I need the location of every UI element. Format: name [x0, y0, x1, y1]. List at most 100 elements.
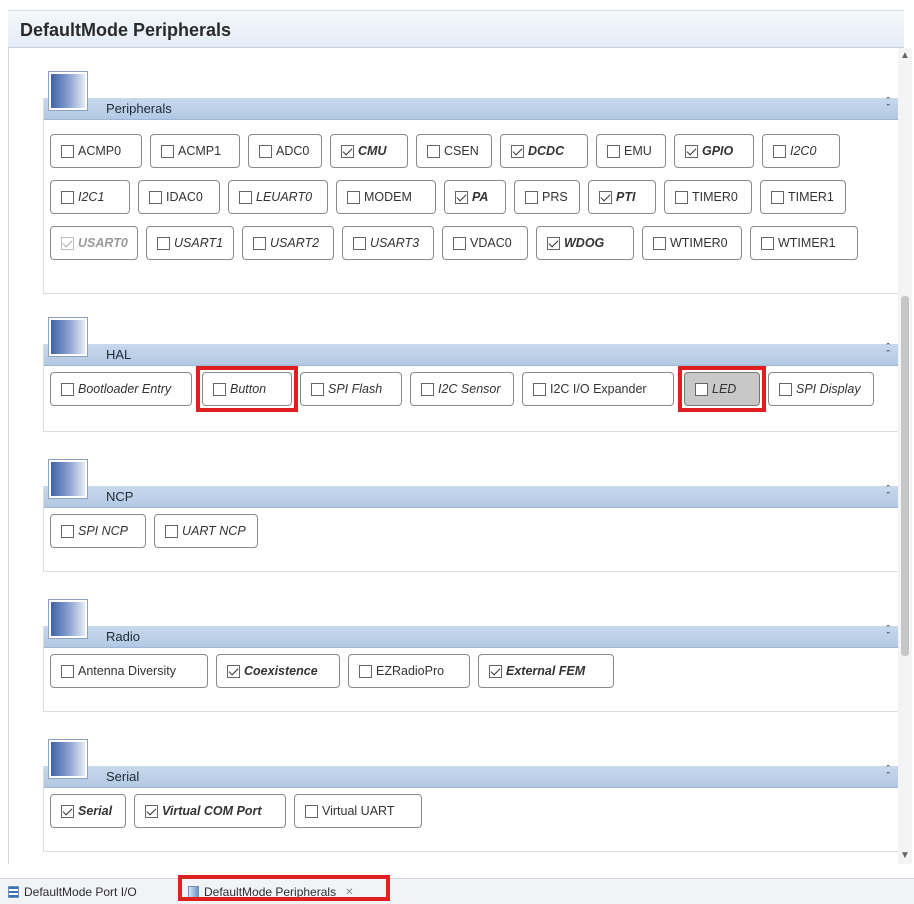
checkbox-unchecked-icon[interactable]: [607, 144, 620, 158]
collapse-chevron-icon[interactable]: ˆˆ: [886, 97, 890, 115]
peripheral-toggle-acmp1[interactable]: ACMP1: [150, 134, 240, 168]
peripheral-toggle-usart2[interactable]: USART2: [242, 226, 334, 260]
peripheral-toggle-antenna-diversity[interactable]: Antenna Diversity: [50, 654, 208, 688]
peripheral-toggle-i2c0[interactable]: I2C0: [762, 134, 840, 168]
peripheral-toggle-pa[interactable]: PA: [444, 180, 506, 214]
peripheral-toggle-idac0[interactable]: IDAC0: [138, 180, 220, 214]
peripheral-toggle-external-fem[interactable]: External FEM: [478, 654, 614, 688]
peripheral-toggle-virtual-com-port[interactable]: Virtual COM Port: [134, 794, 286, 828]
checkbox-unchecked-icon[interactable]: [239, 190, 252, 204]
peripheral-toggle-spi-flash[interactable]: SPI Flash: [300, 372, 402, 406]
checkbox-unchecked-icon[interactable]: [347, 190, 360, 204]
checkbox-unchecked-icon[interactable]: [653, 236, 666, 250]
section-header[interactable]: Serial ˆ ˆ: [44, 765, 900, 788]
peripheral-toggle-spi-ncp[interactable]: SPI NCP: [50, 514, 146, 548]
peripheral-toggle-timer0[interactable]: TIMER0: [664, 180, 752, 214]
checkbox-unchecked-icon[interactable]: [61, 144, 74, 158]
peripheral-toggle-vdac0[interactable]: VDAC0: [442, 226, 528, 260]
checkbox-unchecked-icon[interactable]: [161, 144, 174, 158]
checkbox-unchecked-icon[interactable]: [61, 382, 74, 396]
checkbox-checked-icon[interactable]: [227, 664, 240, 678]
peripheral-toggle-pti[interactable]: PTI: [588, 180, 656, 214]
checkbox-unchecked-icon[interactable]: [525, 190, 538, 204]
collapse-chevron-icon[interactable]: ˆˆ: [886, 625, 890, 643]
checkbox-unchecked-icon[interactable]: [675, 190, 688, 204]
checkbox-checked-icon[interactable]: [455, 190, 468, 204]
peripheral-toggle-coexistence[interactable]: Coexistence: [216, 654, 340, 688]
peripheral-toggle-button[interactable]: Button: [202, 372, 292, 406]
peripheral-toggle-i2c1[interactable]: I2C1: [50, 180, 130, 214]
peripheral-toggle-usart1[interactable]: USART1: [146, 226, 234, 260]
collapse-chevron-icon[interactable]: ˆˆ: [886, 485, 890, 503]
peripheral-toggle-prs[interactable]: PRS: [514, 180, 580, 214]
section-header[interactable]: Radio ˆ ˆ: [44, 625, 900, 648]
peripheral-toggle-led[interactable]: LED: [684, 372, 760, 406]
checkbox-unchecked-icon[interactable]: [453, 236, 466, 250]
tab-defaultmode-port-i-o[interactable]: DefaultMode Port I/O: [8, 883, 180, 901]
peripheral-toggle-wtimer1[interactable]: WTIMER1: [750, 226, 858, 260]
peripheral-toggle-virtual-uart[interactable]: Virtual UART: [294, 794, 422, 828]
checkbox-unchecked-icon[interactable]: [695, 382, 708, 396]
checkbox-label: Bootloader Entry: [78, 382, 172, 396]
checkbox-unchecked-icon[interactable]: [253, 236, 266, 250]
checkbox-checked-icon[interactable]: [145, 804, 158, 818]
peripheral-toggle-serial[interactable]: Serial: [50, 794, 126, 828]
peripheral-toggle-ezradiopro[interactable]: EZRadioPro: [348, 654, 470, 688]
checkbox-unchecked-icon[interactable]: [761, 236, 774, 250]
checkbox-unchecked-icon[interactable]: [165, 524, 178, 538]
checkbox-unchecked-icon[interactable]: [421, 382, 434, 396]
peripheral-toggle-acmp0[interactable]: ACMP0: [50, 134, 142, 168]
section-header[interactable]: NCP ˆ ˆ: [44, 485, 900, 508]
peripheral-toggle-emu[interactable]: EMU: [596, 134, 666, 168]
peripheral-toggle-i2c-i-o-expander[interactable]: I2C I/O Expander: [522, 372, 674, 406]
peripheral-toggle-gpio[interactable]: GPIO: [674, 134, 754, 168]
checkbox-unchecked-icon[interactable]: [213, 382, 226, 396]
checkbox-unchecked-icon[interactable]: [311, 382, 324, 396]
checkbox-checked-icon[interactable]: [547, 236, 560, 250]
close-tab-icon[interactable]: ✕: [345, 887, 353, 898]
checkbox-unchecked-icon[interactable]: [305, 804, 318, 818]
peripheral-toggle-csen[interactable]: CSEN: [416, 134, 492, 168]
checkbox-unchecked-icon[interactable]: [427, 144, 440, 158]
checkbox-unchecked-icon[interactable]: [353, 236, 366, 250]
checkbox-checked-icon[interactable]: [511, 144, 524, 158]
peripheral-toggle-uart-ncp[interactable]: UART NCP: [154, 514, 258, 548]
checkbox-unchecked-icon[interactable]: [259, 144, 272, 158]
checkbox-checked-icon[interactable]: [685, 144, 698, 158]
tab-defaultmode-peripherals[interactable]: DefaultMode Peripherals ✕: [188, 883, 394, 901]
checkbox-unchecked-icon[interactable]: [773, 144, 786, 158]
peripheral-toggle-wdog[interactable]: WDOG: [536, 226, 634, 260]
collapse-chevron-icon[interactable]: ˆˆ: [886, 343, 890, 361]
peripheral-toggle-dcdc[interactable]: DCDC: [500, 134, 588, 168]
scroll-down-arrow-icon[interactable]: ▼: [899, 850, 911, 862]
peripheral-toggle-bootloader-entry[interactable]: Bootloader Entry: [50, 372, 192, 406]
peripheral-toggle-adc0[interactable]: ADC0: [248, 134, 322, 168]
checkbox-checked-icon[interactable]: [599, 190, 612, 204]
scroll-thumb[interactable]: [901, 296, 909, 656]
section-header[interactable]: Peripherals ˆ ˆ: [44, 97, 900, 120]
checkbox-unchecked-icon[interactable]: [533, 382, 546, 396]
checkbox-unchecked-icon[interactable]: [61, 524, 74, 538]
checkbox-checked-icon[interactable]: [341, 144, 354, 158]
checkbox-unchecked-icon[interactable]: [157, 236, 170, 250]
checkbox-unchecked-icon[interactable]: [61, 190, 74, 204]
peripheral-toggle-usart3[interactable]: USART3: [342, 226, 434, 260]
vertical-scrollbar[interactable]: ▲ ▼: [898, 48, 912, 864]
peripheral-toggle-timer1[interactable]: TIMER1: [760, 180, 846, 214]
checkbox-unchecked-icon[interactable]: [771, 190, 784, 204]
checkbox-unchecked-icon[interactable]: [61, 664, 74, 678]
peripheral-toggle-i2c-sensor[interactable]: I2C Sensor: [410, 372, 514, 406]
checkbox-unchecked-icon[interactable]: [149, 190, 162, 204]
peripheral-toggle-wtimer0[interactable]: WTIMER0: [642, 226, 742, 260]
peripheral-toggle-cmu[interactable]: CMU: [330, 134, 408, 168]
checkbox-unchecked-icon[interactable]: [779, 382, 792, 396]
collapse-chevron-icon[interactable]: ˆˆ: [886, 765, 890, 783]
peripheral-toggle-leuart0[interactable]: LEUART0: [228, 180, 328, 214]
checkbox-unchecked-icon[interactable]: [359, 664, 372, 678]
peripheral-toggle-modem[interactable]: MODEM: [336, 180, 436, 214]
peripheral-toggle-spi-display[interactable]: SPI Display: [768, 372, 874, 406]
scroll-up-arrow-icon[interactable]: ▲: [899, 50, 911, 62]
checkbox-checked-icon[interactable]: [61, 804, 74, 818]
section-header[interactable]: HAL ˆ ˆ: [44, 343, 900, 366]
checkbox-checked-icon[interactable]: [489, 664, 502, 678]
